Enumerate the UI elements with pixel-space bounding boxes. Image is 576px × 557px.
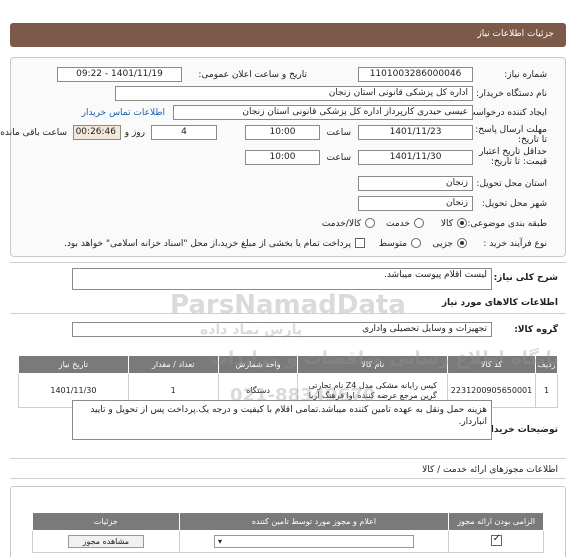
divider (10, 478, 566, 479)
process-minor-radio[interactable] (457, 238, 467, 248)
buyer-notes-label: توضیحات خریدار: (482, 425, 558, 435)
details-panel: شماره نیاز: 1101003286000046 تاریخ و ساع… (0, 57, 566, 257)
col-qty: تعداد / مقدار (127, 355, 219, 374)
category-service-radio[interactable] (414, 218, 424, 228)
watermark-phone: 021-88349670 (230, 385, 376, 406)
validity-time-field: 10:00 (245, 150, 320, 165)
announce-field: 1401/11/19 - 09:22 (57, 67, 182, 82)
description-field: لیست اقلام پیوست میباشد. (72, 268, 492, 290)
page-header: جزئیات اطلاعات نیاز (10, 23, 566, 47)
city-label: شهر محل تحویل: (481, 199, 547, 209)
treasury-payment-note: پرداخت تمام یا بخشی از مبلغ خرید،از محل … (63, 239, 351, 249)
deadline-time-field: 10:00 (245, 125, 320, 140)
chevron-down-icon: ▾ (217, 537, 222, 546)
divider (10, 458, 566, 459)
city-field: زنجان (358, 196, 473, 211)
cell-required: ✓ (448, 530, 544, 553)
license-select[interactable]: ▾ (213, 535, 414, 548)
category-both-label: کالا/خدمت (321, 219, 361, 229)
description-label: شرح کلی نیاز: (493, 273, 558, 283)
need-number-field: 1101003286000046 (358, 67, 473, 82)
category-goods-label: کالا (440, 219, 453, 229)
required-checkbox: ✓ (490, 533, 502, 546)
services-table: الزامی بودن ارائه مجوز اعلام و مجوز مورد… (32, 512, 544, 553)
announce-label: تاریخ و ساعت اعلان عمومی: (198, 70, 307, 80)
validity-date-field: 1401/11/30 (358, 150, 473, 165)
province-field: زنجان (358, 176, 473, 191)
validity-label: حداقل تاریخ اعتبار قیمت: تا تاریخ: (479, 147, 547, 167)
col-details: جزئیات (32, 512, 180, 531)
deadline-label: مهلت ارسال پاسخ: تا تاریخ: (475, 125, 547, 145)
cell-details: مشاهده مجوز (32, 530, 180, 553)
process-minor-label: جزیی (432, 239, 453, 249)
col-declared: اعلام و مجوز مورد توسط تامین کننده (178, 512, 450, 531)
treasury-payment-checkbox[interactable] (355, 238, 365, 248)
table-row: ✓ ▾ مشاهده مجوز (32, 530, 544, 553)
watermark-line2: پارس نماد داده (200, 322, 303, 338)
page-title: جزئیات اطلاعات نیاز (477, 29, 554, 39)
goods-section-title: اطلاعات کالاهای مورد نیاز (441, 298, 558, 308)
col-date: تاریخ نیاز (18, 355, 129, 374)
buyer-notes-field: هزینه حمل ونقل به عهده تامین کننده میباش… (72, 400, 492, 440)
creator-label: ایجاد کننده درخواست: (464, 108, 547, 118)
need-number-label: شماره نیاز: (504, 70, 547, 80)
validity-time-label: ساعت (326, 153, 352, 163)
contact-buyer-link[interactable]: اطلاعات تماس خریدار (82, 108, 165, 118)
process-medium-label: متوسط (378, 239, 407, 249)
category-label: طبقه بندی موضوعی: (467, 219, 547, 229)
watermark-line1: پایگاه اطلاع رسانی مناقصات و مزایدات (210, 348, 560, 369)
deadline-time-label: ساعت (326, 128, 352, 138)
services-table-header: الزامی بودن ارائه مجوز اعلام و مجوز مورد… (32, 512, 544, 531)
divider (10, 262, 566, 263)
days-label: روز و (124, 128, 145, 138)
col-required: الزامی بودن ارائه مجوز (448, 512, 544, 531)
watermark-brand: ParsNamadData (170, 290, 406, 320)
category-service-label: خدمت (386, 219, 410, 229)
days-field: 4 (151, 125, 217, 140)
services-section-title: اطلاعات مجوزهای ارائه خدمت / کالا (422, 465, 558, 475)
process-medium-radio[interactable] (411, 238, 421, 248)
buyer-field: اداره کل پزشکی قانونی استان زنجان (115, 86, 473, 101)
remaining-label: ساعت باقی مانده (0, 128, 67, 138)
category-both-radio[interactable] (365, 218, 375, 228)
check-icon: ✓ (492, 533, 502, 544)
cell-row: 1 (535, 373, 558, 408)
process-label: نوع فرآیند خرید : (483, 239, 547, 249)
remaining-time-field: 00:26:46 (73, 125, 121, 140)
creator-field: عیسی حیدری کارپرداز اداره کل پزشکی قانون… (173, 105, 473, 120)
cell-declared: ▾ (178, 530, 450, 553)
buyer-label: نام دستگاه خریدار: (476, 89, 547, 99)
province-label: استان محل تحویل: (476, 179, 547, 189)
category-goods-radio[interactable] (457, 218, 467, 228)
deadline-date-field: 1401/11/23 (358, 125, 473, 140)
goods-group-label: گروه کالا: (514, 325, 558, 335)
view-license-button[interactable]: مشاهده مجوز (67, 535, 145, 548)
